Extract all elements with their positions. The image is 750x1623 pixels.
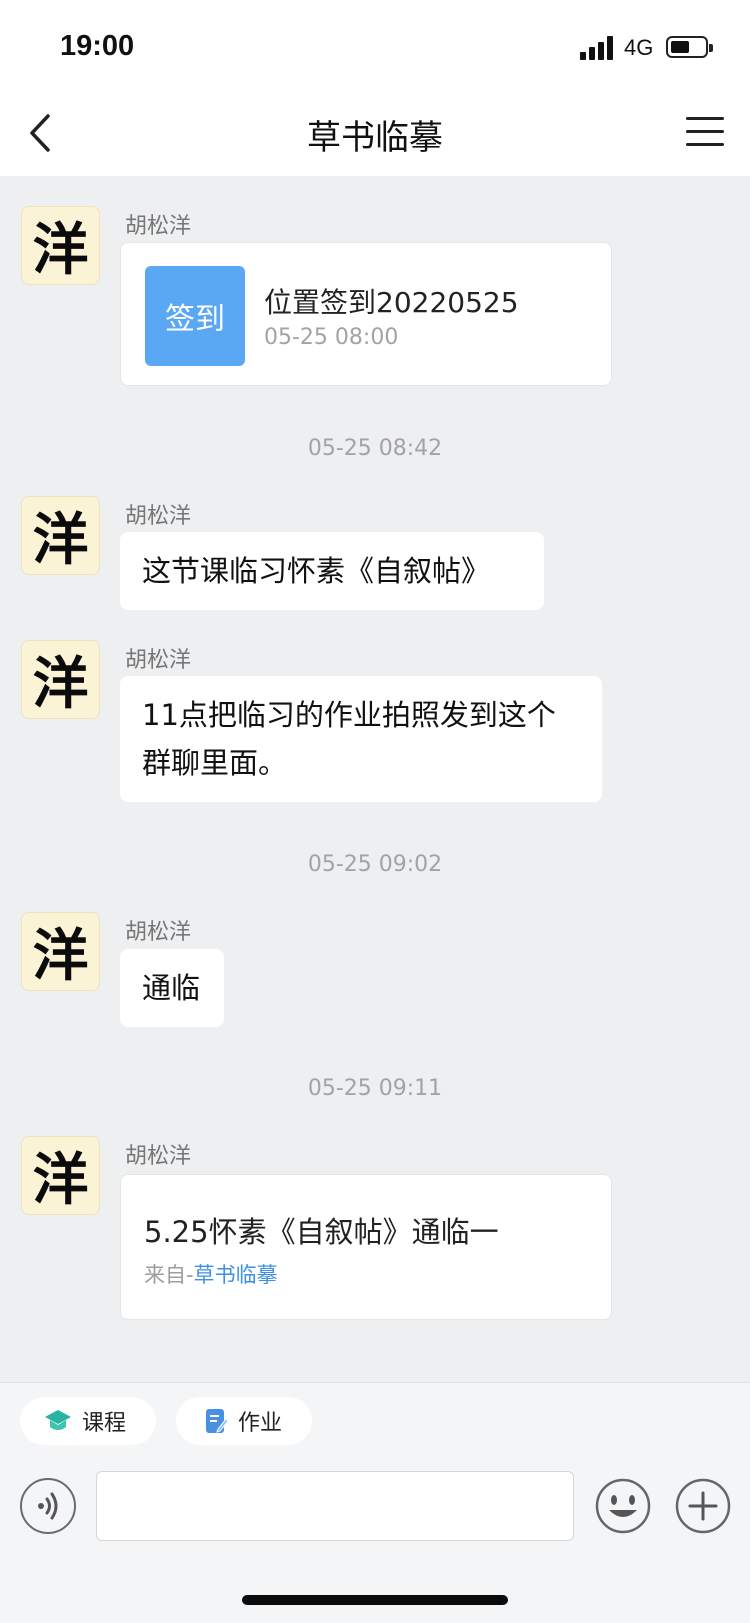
graduation-cap-icon bbox=[45, 1410, 71, 1430]
avatar[interactable]: 洋 bbox=[21, 912, 100, 991]
emoji-button[interactable] bbox=[594, 1477, 652, 1535]
course-label: 课程 bbox=[82, 1411, 127, 1436]
page-title: 草书临摹 bbox=[307, 118, 443, 158]
sender-name: 胡松洋 bbox=[125, 920, 192, 945]
timestamp-divider: 05-25 09:02 bbox=[307, 852, 443, 877]
homework-label: 作业 bbox=[238, 1411, 283, 1436]
menu-icon bbox=[686, 117, 724, 120]
message-input[interactable] bbox=[96, 1471, 574, 1541]
plus-button[interactable] bbox=[674, 1477, 732, 1535]
voice-icon bbox=[38, 1492, 58, 1520]
message-line: 11点把临习的作业拍照发到这个 bbox=[142, 698, 556, 732]
nav-bar: 草书临摹 bbox=[0, 92, 750, 176]
homework-button[interactable]: 作业 bbox=[176, 1397, 312, 1445]
checkin-card[interactable]: 签到 位置签到20220525 05-25 08:00 bbox=[120, 242, 612, 386]
sender-name: 胡松洋 bbox=[125, 504, 192, 529]
network-label: 4G bbox=[624, 35, 654, 60]
homework-card[interactable]: 5.25怀素《自叙帖》通临一 来自-草书临摹 bbox=[120, 1174, 612, 1320]
checkin-icon: 签到 bbox=[145, 266, 245, 366]
status-time: 19:00 bbox=[60, 30, 135, 62]
battery-icon bbox=[666, 36, 713, 58]
sender-name: 胡松洋 bbox=[125, 214, 192, 239]
message-bubble[interactable]: 通临 bbox=[120, 949, 224, 1027]
chat-messages[interactable]: 洋 胡松洋 签到 位置签到20220525 05-25 08:00 05-25 … bbox=[0, 176, 750, 1382]
menu-button[interactable] bbox=[686, 114, 724, 150]
message-line: 群聊里面。 bbox=[142, 746, 288, 780]
message-bubble[interactable]: 这节课临习怀素《自叙帖》 bbox=[120, 532, 544, 610]
smiley-icon bbox=[595, 1478, 651, 1534]
source-prefix: 来自- bbox=[144, 1263, 194, 1287]
sender-name: 胡松洋 bbox=[125, 1144, 192, 1169]
course-button[interactable]: 课程 bbox=[20, 1397, 156, 1445]
voice-button[interactable] bbox=[20, 1478, 76, 1534]
plus-icon bbox=[675, 1478, 731, 1534]
avatar[interactable]: 洋 bbox=[21, 496, 100, 575]
homework-source: 来自-草书临摹 bbox=[144, 1259, 278, 1289]
notebook-pen-icon bbox=[206, 1409, 228, 1433]
bottom-panel: 课程 作业 bbox=[0, 1382, 750, 1623]
sender-name: 胡松洋 bbox=[125, 648, 192, 673]
homework-title: 5.25怀素《自叙帖》通临一 bbox=[144, 1215, 499, 1249]
timestamp-divider: 05-25 09:11 bbox=[307, 1076, 443, 1101]
home-indicator bbox=[242, 1595, 508, 1605]
signal-icon bbox=[580, 36, 616, 60]
avatar[interactable]: 洋 bbox=[21, 1136, 100, 1215]
timestamp-divider: 05-25 08:42 bbox=[307, 436, 443, 461]
source-group-link[interactable]: 草书临摹 bbox=[194, 1263, 278, 1287]
avatar[interactable]: 洋 bbox=[21, 206, 100, 285]
status-bar: 19:00 4G bbox=[0, 0, 750, 92]
checkin-title: 位置签到20220525 bbox=[264, 286, 519, 319]
checkin-time: 05-25 08:00 bbox=[264, 325, 399, 350]
message-bubble[interactable]: 11点把临习的作业拍照发到这个 群聊里面。 bbox=[120, 676, 602, 802]
avatar[interactable]: 洋 bbox=[21, 640, 100, 719]
